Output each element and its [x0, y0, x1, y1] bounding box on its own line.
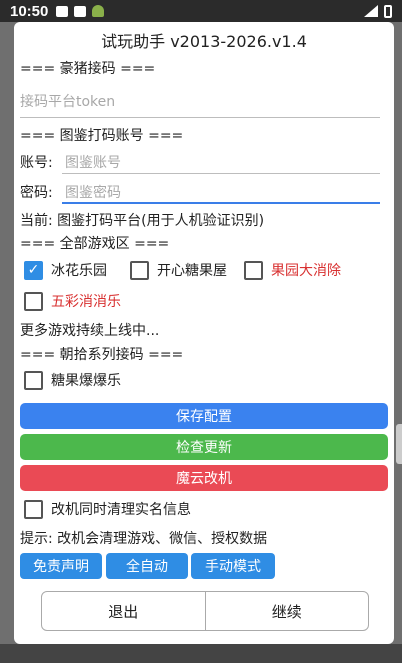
game-label: 五彩消消乐: [51, 294, 121, 310]
game-checkbox-kaixin[interactable]: 开心糖果屋: [130, 260, 227, 280]
game-checkbox-wucai[interactable]: 五彩消消乐: [24, 291, 121, 311]
checkbox-icon: [130, 260, 149, 280]
chaoshi-header: === 朝拾系列接码 ===: [20, 347, 184, 363]
notification-icon: [56, 5, 69, 17]
account-input[interactable]: 图鉴账号: [65, 152, 121, 172]
clean-realname-label: 改机同时清理实名信息: [51, 502, 191, 518]
footer-buttons: 退出 继续: [41, 591, 369, 631]
chaoshi-checkbox-tangguo[interactable]: 糖果爆爆乐: [24, 370, 121, 390]
current-platform-text: 当前: 图鉴打码平台(用于人机验证识别): [20, 213, 265, 229]
game-label: 冰花乐园: [51, 263, 107, 279]
account-label: 账号:: [20, 155, 53, 171]
continue-button[interactable]: 继续: [204, 592, 369, 630]
checkbox-icon: [24, 499, 43, 519]
battery-icon: [384, 4, 392, 18]
more-games-text: 更多游戏持续上线中...: [20, 323, 160, 339]
haozhu-header: === 豪猪接码 ===: [20, 61, 156, 77]
status-time: 10:50: [10, 2, 49, 20]
mofang-button[interactable]: 魔云改机: [20, 465, 388, 491]
checkbox-icon: [24, 291, 43, 311]
status-bar: 10:50: [0, 0, 402, 22]
tip-text: 提示: 改机会清理游戏、微信、授权数据: [20, 531, 268, 547]
dialog-title: 试玩助手 v2013-2026.v1.4: [101, 32, 307, 51]
clean-realname-checkbox[interactable]: 改机同时清理实名信息: [24, 499, 191, 519]
disclaimer-button[interactable]: 免责声明: [20, 553, 102, 579]
game-checkbox-guoyuan[interactable]: 果园大消除: [244, 260, 341, 280]
account-input-underline: [62, 173, 380, 174]
chaoshi-label: 糖果爆爆乐: [51, 373, 121, 389]
checkbox-icon: [244, 260, 263, 280]
password-input[interactable]: 图鉴密码: [65, 182, 121, 202]
auto-mode-button[interactable]: 全自动: [106, 553, 188, 579]
token-input-underline: [20, 117, 380, 118]
manual-mode-button[interactable]: 手动模式: [191, 553, 275, 579]
tujian-header: === 图鉴打码账号 ===: [20, 128, 184, 144]
password-input-underline: [62, 202, 380, 204]
password-label: 密码:: [20, 185, 53, 201]
helper-dialog: 试玩助手 v2013-2026.v1.4 === 豪猪接码 === 接码平台to…: [14, 22, 394, 644]
android-icon: [92, 5, 105, 17]
checkbox-icon: [24, 370, 43, 390]
checkbox-checked-icon: ✓: [24, 260, 43, 280]
games-header: === 全部游戏区 ===: [20, 236, 170, 252]
token-input[interactable]: 接码平台token: [20, 91, 115, 111]
check-update-button[interactable]: 检查更新: [20, 434, 388, 460]
exit-button[interactable]: 退出: [42, 592, 205, 630]
game-checkbox-binghua[interactable]: ✓ 冰花乐园: [24, 260, 107, 280]
signal-icon: [364, 5, 378, 17]
game-label: 果园大消除: [271, 263, 341, 279]
background-bottom-bar: [0, 644, 402, 663]
notification-icon: [74, 5, 87, 17]
save-config-button[interactable]: 保存配置: [20, 403, 388, 429]
game-label: 开心糖果屋: [157, 263, 227, 279]
edge-handle[interactable]: [396, 424, 402, 464]
